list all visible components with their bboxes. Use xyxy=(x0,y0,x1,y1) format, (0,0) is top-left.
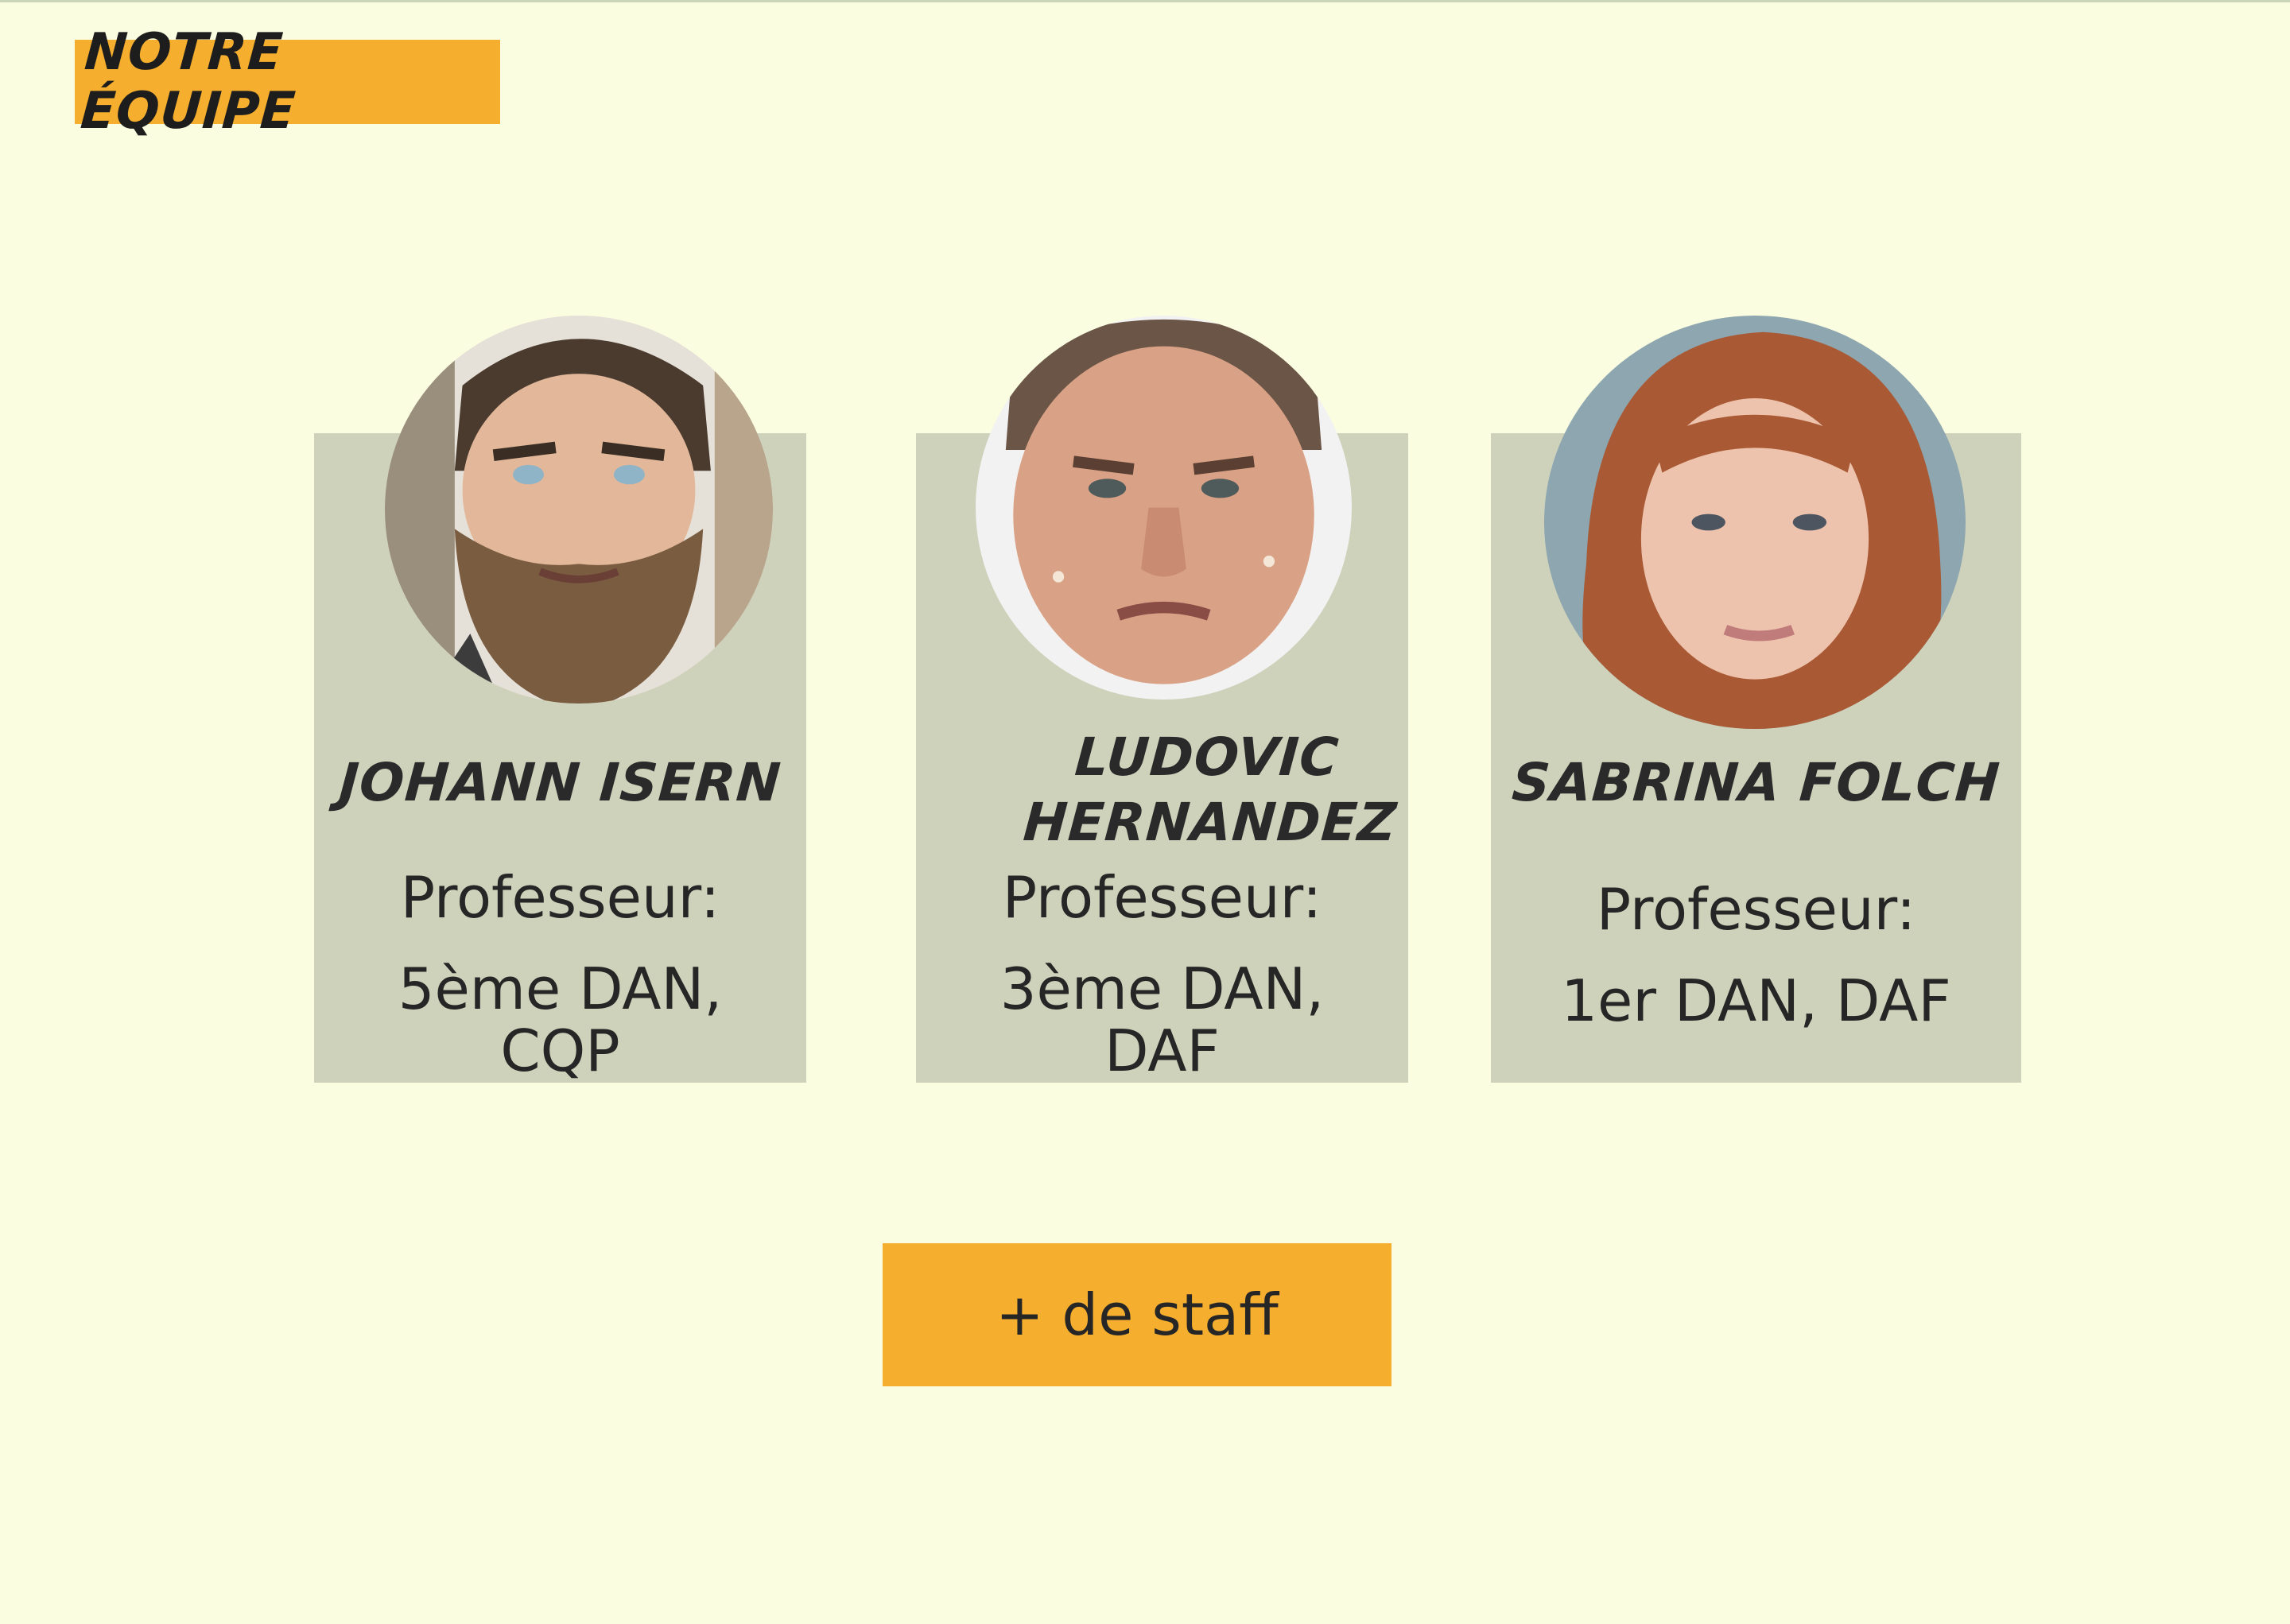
member-role-ludovic: Professeur: xyxy=(1002,864,1322,931)
more-staff-label: + de staff xyxy=(996,1281,1279,1348)
member-rank-ludovic: 3ème DAN, DAF xyxy=(999,955,1325,1084)
member-role-sabrina: Professeur: xyxy=(1596,876,1916,943)
member-rank-johann: 5ème DAN, CQP xyxy=(398,955,723,1084)
more-staff-button[interactable]: + de staff xyxy=(883,1243,1391,1386)
member-role-johann: Professeur: xyxy=(400,864,720,931)
top-divider xyxy=(0,0,2290,2)
bearded-man-portrait-icon xyxy=(385,316,773,703)
member-name-johann: JOHANN ISERN xyxy=(336,752,784,813)
section-title-badge: NOTRE ÉQUIPE xyxy=(75,23,500,141)
short-hair-man-portrait-icon xyxy=(976,316,1352,700)
member-rank-sabrina: 1er DAN, DAF xyxy=(1561,967,1951,1034)
member-name-sabrina: SABRINA FOLCH xyxy=(1510,752,2002,813)
section-title: NOTRE ÉQUIPE xyxy=(78,23,298,141)
member-name-ludovic: LUDOVIC HERNANDEZ xyxy=(1021,727,1399,853)
red-hair-woman-portrait-icon xyxy=(1544,316,1966,729)
